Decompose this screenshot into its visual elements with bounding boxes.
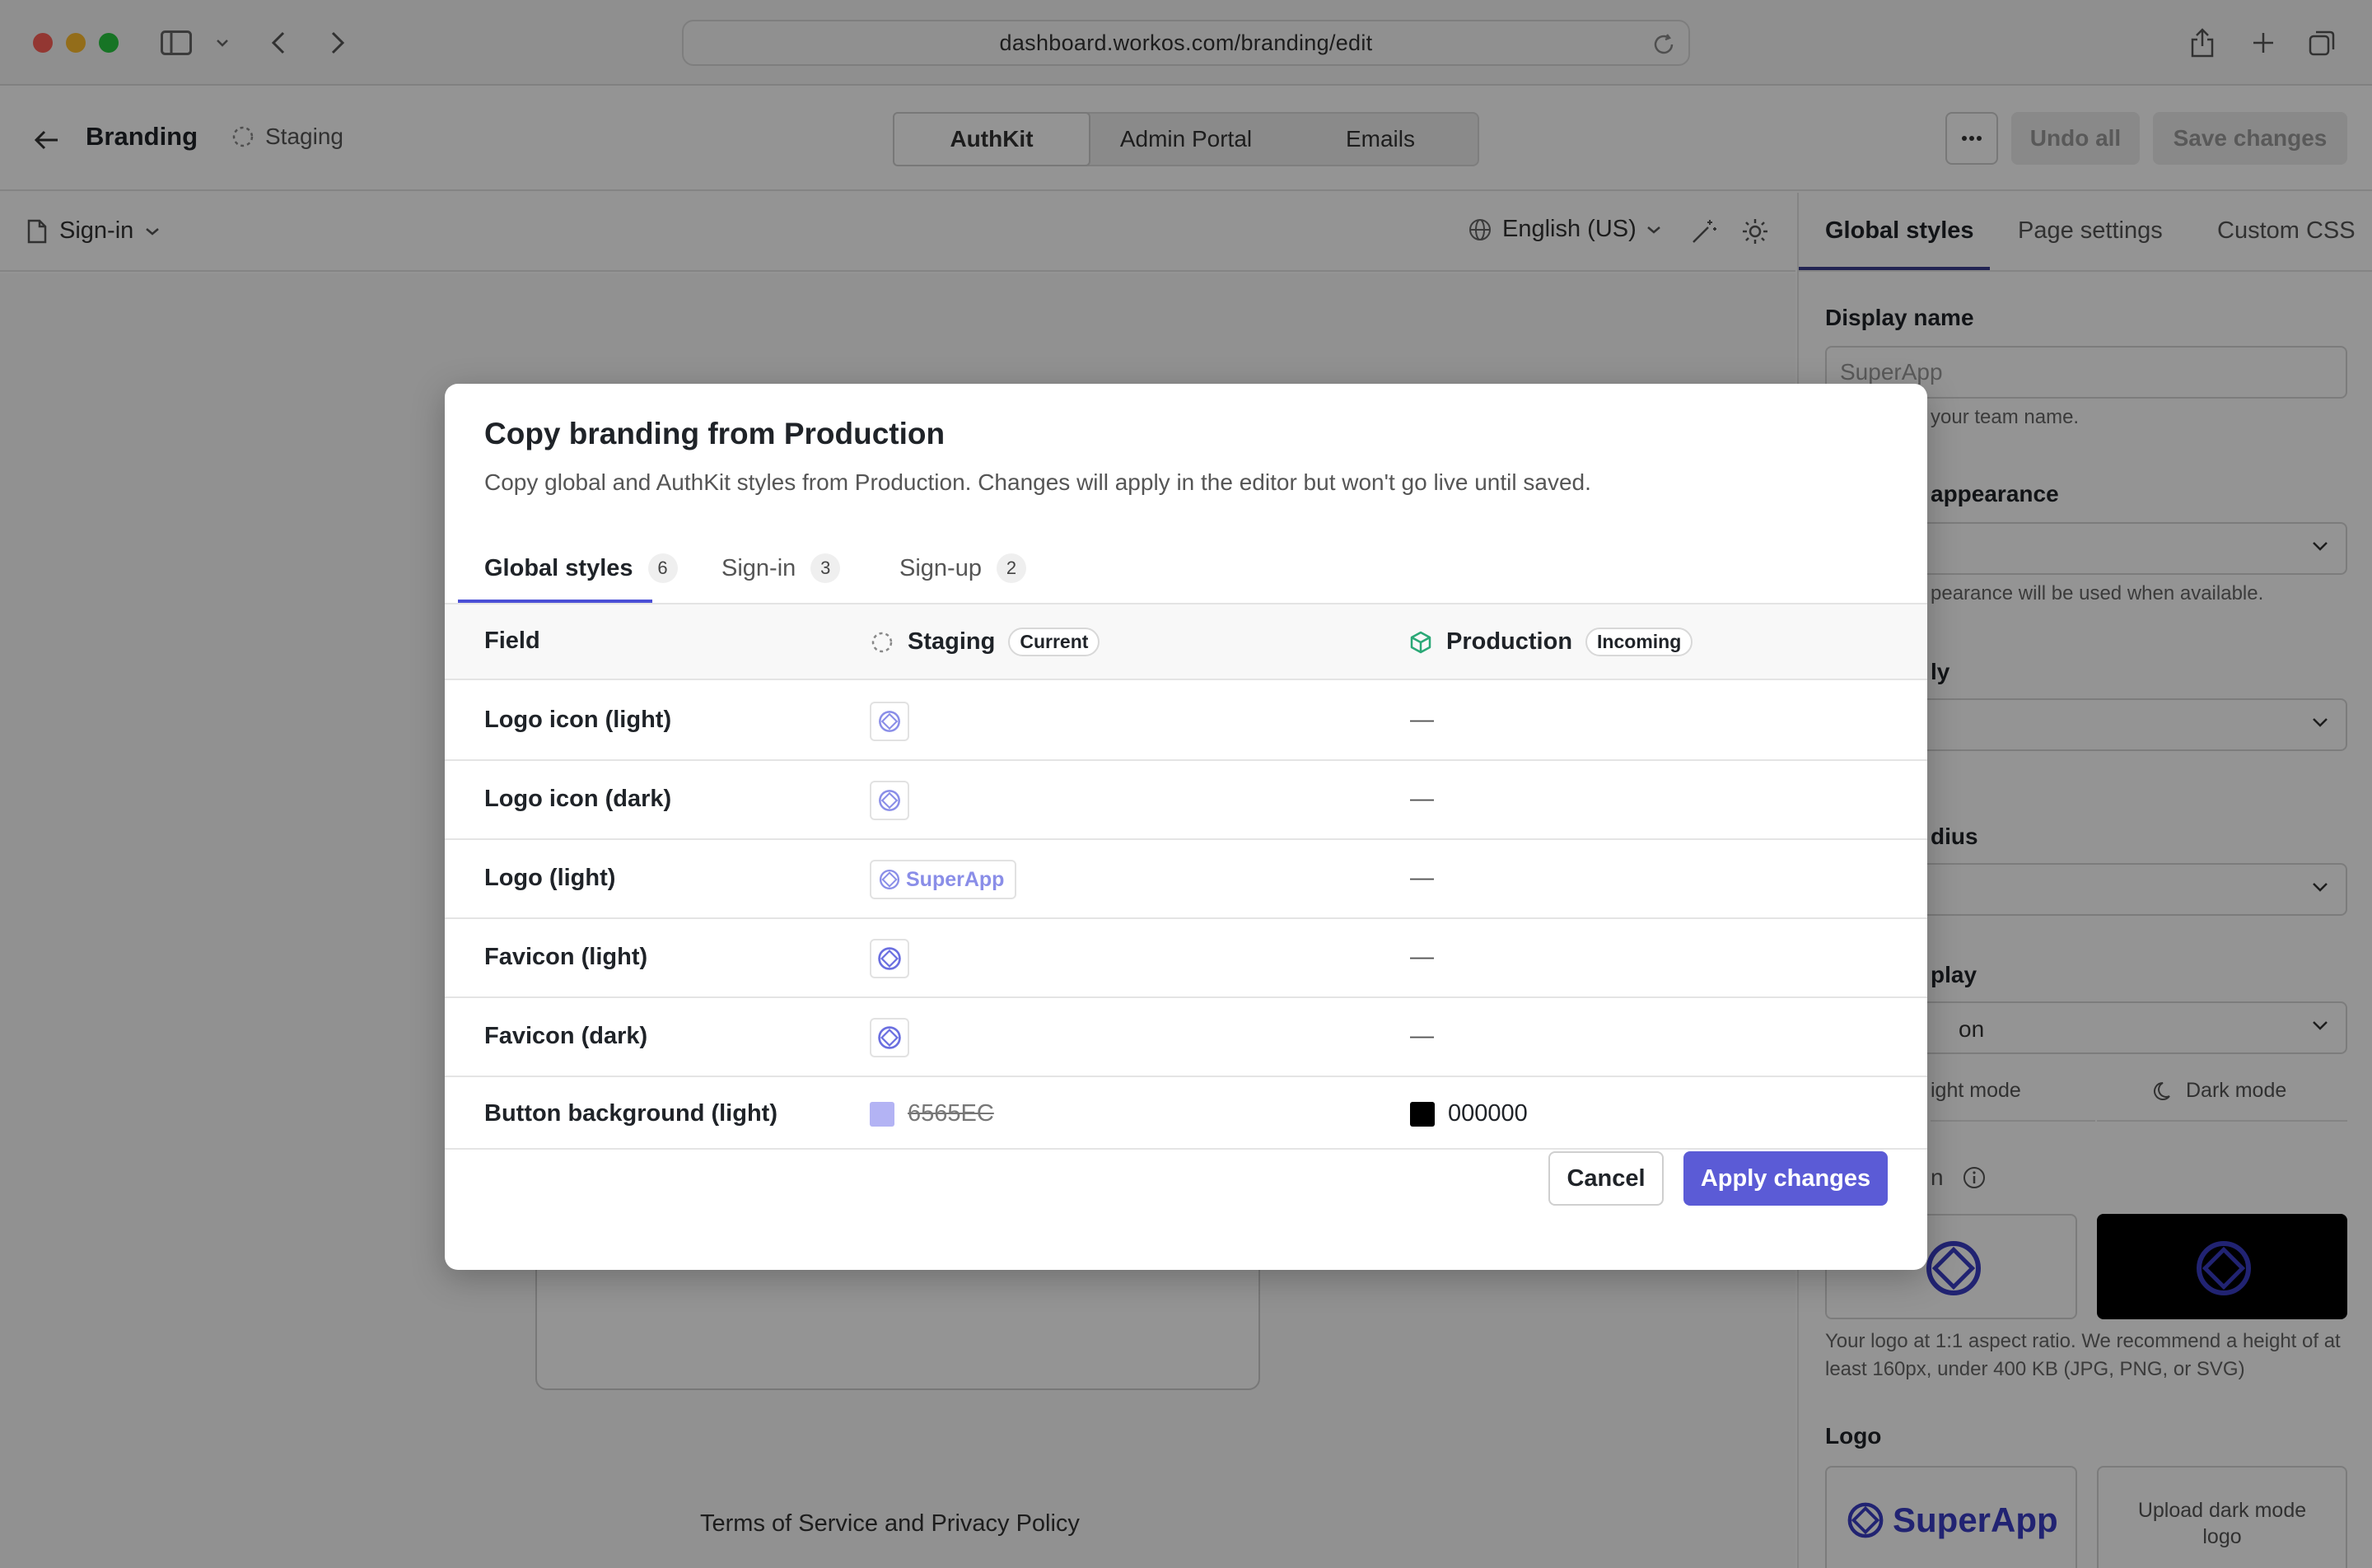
field-name: Favicon (light) (484, 944, 648, 970)
production-value: — (1410, 1023, 1434, 1049)
superapp-logo-icon (878, 1026, 901, 1049)
production-value: — (1410, 944, 1434, 970)
tab-sign-in[interactable]: Sign-in 3 (721, 553, 841, 583)
tab-count-badge: 6 (647, 553, 678, 583)
tab-count-badge: 2 (996, 553, 1026, 583)
table-row: Favicon (light) — (445, 919, 1927, 998)
superapp-logo-icon (879, 869, 900, 890)
column-header-field: Field (484, 628, 540, 654)
staging-favicon-thumbnail (870, 939, 909, 978)
active-tab-indicator (458, 600, 652, 603)
production-label: Production (1446, 628, 1573, 655)
staging-label: Staging (908, 628, 996, 655)
production-color-swatch (1410, 1102, 1435, 1127)
production-color-value: 000000 (1448, 1100, 1528, 1127)
staging-logo-thumbnail: SuperApp (870, 860, 1016, 899)
tab-label: Sign-in (721, 554, 796, 581)
superapp-logo-icon (879, 790, 900, 811)
superapp-logo-icon (878, 947, 901, 970)
field-name: Favicon (dark) (484, 1023, 648, 1049)
field-name: Button background (light) (484, 1100, 777, 1127)
production-value: — (1410, 865, 1434, 891)
column-header-production: Production Incoming (1408, 628, 1693, 656)
superapp-logo-icon (879, 711, 900, 732)
apply-changes-button[interactable]: Apply changes (1683, 1151, 1888, 1206)
staging-color-swatch (870, 1102, 894, 1127)
dialog-subtitle: Copy global and AuthKit styles from Prod… (484, 469, 1591, 495)
table-row: Button background (light) 6565EC 000000 (445, 1077, 1927, 1150)
staging-logo-icon-thumbnail (870, 702, 909, 741)
column-header-staging: Staging Current (870, 628, 1100, 656)
table-header: Field Staging Current Production Incomin… (445, 604, 1927, 680)
production-value: — (1410, 786, 1434, 812)
field-name: Logo (light) (484, 865, 616, 891)
staging-color-value: 6565EC (908, 1100, 994, 1127)
tab-label: Global styles (484, 554, 633, 581)
cancel-button[interactable]: Cancel (1548, 1151, 1664, 1206)
staging-favicon-thumbnail (870, 1018, 909, 1057)
dialog-tabs: Global styles 6 Sign-in 3 Sign-up 2 (445, 537, 1927, 604)
table-row: Favicon (dark) — (445, 998, 1927, 1077)
incoming-badge: Incoming (1585, 628, 1693, 656)
table-row: Logo (light) SuperApp — (445, 840, 1927, 919)
production-value: — (1410, 707, 1434, 733)
staging-logo-icon-thumbnail (870, 781, 909, 820)
field-name: Logo icon (light) (484, 707, 672, 733)
tab-count-badge: 3 (810, 553, 841, 583)
table-row: Logo icon (dark) — (445, 761, 1927, 840)
current-badge: Current (1008, 628, 1100, 656)
production-cube-icon (1410, 631, 1431, 653)
tab-global-styles[interactable]: Global styles 6 (484, 553, 678, 583)
field-name: Logo icon (dark) (484, 786, 672, 812)
dialog-title: Copy branding from Production (484, 417, 946, 450)
tab-sign-up[interactable]: Sign-up 2 (899, 553, 1026, 583)
table-row: Logo icon (light) — (445, 682, 1927, 761)
tab-label: Sign-up (899, 554, 982, 581)
copy-branding-dialog: Copy branding from Production Copy globa… (445, 384, 1927, 1270)
staging-dotted-icon (871, 632, 893, 652)
superapp-wordmark: SuperApp (906, 867, 1005, 891)
